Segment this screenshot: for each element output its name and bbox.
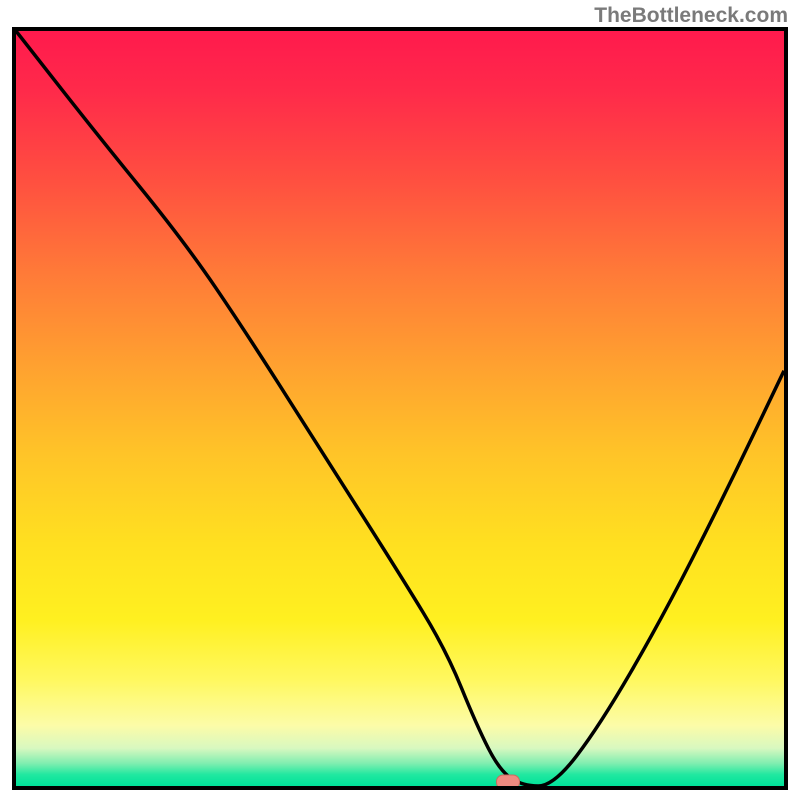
bottleneck-chart: TheBottleneck.com (0, 0, 800, 800)
bottleneck-curve (16, 31, 784, 786)
plot-area (12, 27, 788, 790)
current-config-marker (496, 775, 520, 790)
attribution-label: TheBottleneck.com (594, 4, 788, 28)
curve-svg (16, 31, 784, 786)
